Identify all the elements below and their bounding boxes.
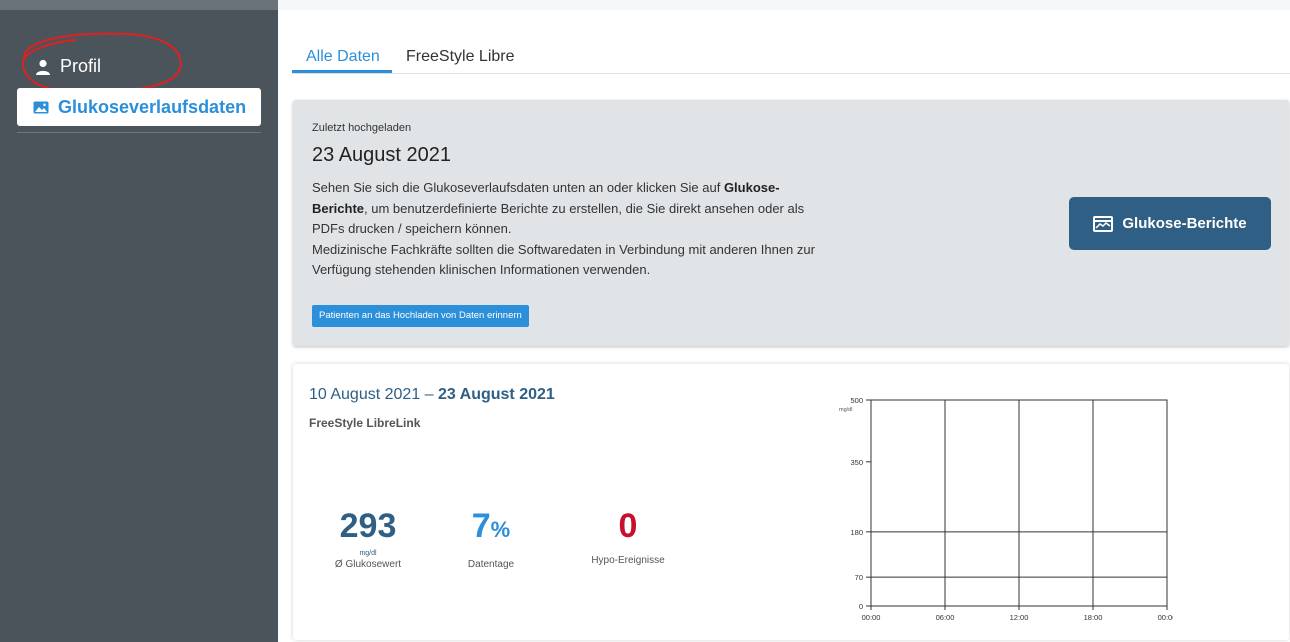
data-days-unit: % — [490, 517, 511, 542]
sidebar-top-strip — [0, 0, 278, 10]
hypo-label: Hypo-Ereignisse — [591, 555, 665, 566]
info-text-3: Medizinische Fachkräfte sollten die Soft… — [312, 241, 815, 278]
image-icon — [33, 101, 49, 113]
last-upload-date: 23 August 2021 — [312, 144, 452, 166]
tab-alle-daten[interactable]: Alle Daten — [306, 48, 380, 66]
main-top-strip — [278, 0, 1290, 10]
sidebar: Profil Glukoseverlaufsdaten — [0, 0, 278, 642]
tab-active-underline — [292, 70, 392, 73]
chart-x-tick-label: 00:00 — [1158, 613, 1173, 622]
info-text-2: , um benutzerdefinierte Berichte zu erst… — [312, 200, 805, 237]
remind-patients-button[interactable]: Patienten an das Hochladen von Daten eri… — [312, 305, 529, 327]
chart-x-tick-label: 18:00 — [1084, 613, 1103, 622]
tab-freestyle-libre[interactable]: FreeStyle Libre — [406, 48, 515, 66]
upload-info-card: Zuletzt hochgeladen 23 August 2021 Sehen… — [293, 100, 1289, 346]
avg-glucose-value: 293 — [339, 507, 397, 545]
sidebar-divider — [17, 132, 261, 133]
date-range: 10 August 2021 – 23 August 2021 — [309, 386, 555, 404]
hypo-value: 0 — [618, 507, 638, 545]
glucose-reports-button-label: Glukose-Berichte — [1122, 215, 1247, 232]
data-days-value: 7 — [471, 507, 491, 545]
chart-y-tick-label: 70 — [855, 573, 863, 582]
upload-info-text: Sehen Sie sich die Glukoseverlaufsdaten … — [312, 178, 832, 281]
data-days-label: Datentage — [467, 559, 515, 570]
chart-y-tick-label: 0 — [859, 602, 863, 611]
stat-hypo-events: 0 Hypo-Ereignisse — [573, 508, 683, 566]
tab-freestyle-libre-label: FreeStyle Libre — [406, 48, 515, 65]
chart-x-tick-label: 12:00 — [1010, 613, 1029, 622]
device-name: FreeStyle LibreLink — [309, 416, 421, 430]
data-days-value-wrap: 7% — [451, 508, 531, 548]
report-icon — [1093, 215, 1114, 232]
stat-avg-glucose: 293 mg/dl Ø Glukosewert — [308, 508, 428, 570]
chart-x-tick-label: 00:00 — [862, 613, 881, 622]
chart-y-tick-label: 350 — [850, 458, 863, 467]
sidebar-item-glukoseverlaufsdaten-label: Glukoseverlaufsdaten — [58, 96, 247, 117]
avg-glucose-label: Ø Glukosewert — [334, 559, 402, 570]
last-upload-label: Zuletzt hochgeladen — [312, 122, 412, 134]
glucose-data-card: 10 August 2021 – 23 August 2021 FreeStyl… — [293, 364, 1289, 640]
chart-y-unit-label: mg/dl — [839, 407, 852, 413]
chart-x-tick-label: 06:00 — [936, 613, 955, 622]
tab-bar: Alle Daten FreeStyle Libre — [292, 40, 1290, 74]
info-text-1: Sehen Sie sich die Glukoseverlaufsdaten … — [312, 180, 724, 195]
chart-y-tick-label: 180 — [850, 528, 863, 537]
date-range-end: 23 August 2021 — [438, 386, 555, 403]
glucose-reports-button[interactable]: Glukose-Berichte — [1069, 197, 1271, 250]
stat-data-days: 7% Datentage — [451, 508, 531, 570]
avg-glucose-unit: mg/dl — [359, 550, 377, 557]
sidebar-item-glukoseverlaufsdaten[interactable]: Glukoseverlaufsdaten — [17, 88, 261, 126]
tab-alle-daten-label: Alle Daten — [306, 48, 380, 65]
date-range-start: 10 August 2021 – — [309, 386, 438, 403]
chart-y-tick-label: 500 — [850, 396, 863, 405]
glucose-profile-chart: 0 70 180 350 500 mg/dl 00:00 06:00 12:00 18:00 00:… — [839, 396, 1173, 622]
